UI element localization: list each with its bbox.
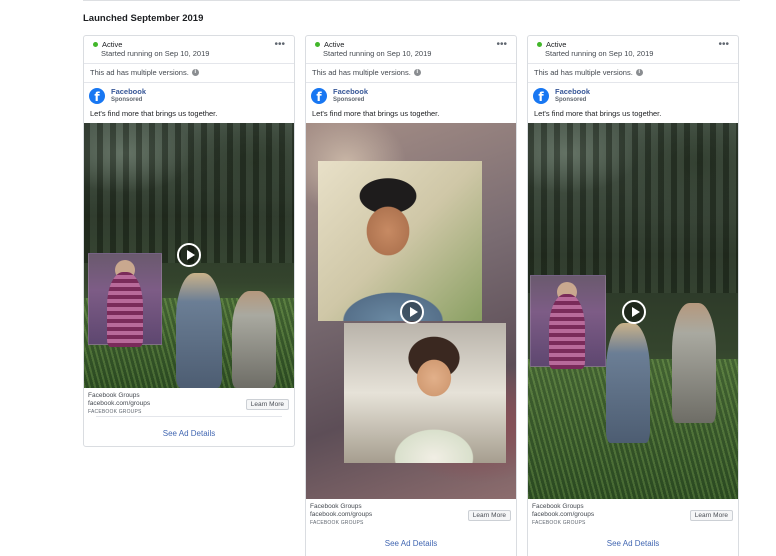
start-date: Started running on Sep 10, 2019 [101, 49, 210, 58]
ad-link-footer: Facebook Groups facebook.com/groups FACE… [528, 499, 738, 527]
advertiser: f Facebook Sponsored [84, 83, 294, 105]
status-label: Active [546, 40, 567, 49]
see-ad-details-link[interactable]: See Ad Details [96, 416, 282, 446]
status-row: Active [315, 40, 516, 49]
sponsored-label: Sponsored [555, 97, 587, 103]
ad-card: Active Started running on Sep 10, 2019 •… [83, 35, 295, 447]
status-label: Active [324, 40, 345, 49]
ad-text: Let's find more that brings us together. [90, 109, 218, 118]
see-ad-details-link[interactable]: See Ad Details [306, 527, 516, 556]
ad-card: Active Started running on Sep 10, 2019 •… [527, 35, 739, 556]
versions-note: This ad has multiple versions. i [306, 64, 516, 82]
sponsored-label: Sponsored [111, 97, 143, 103]
page-name-link[interactable]: Facebook [555, 88, 590, 96]
ad-card-header: Active Started running on Sep 10, 2019 •… [84, 36, 294, 63]
ad-video[interactable] [528, 123, 738, 499]
video-figure [176, 273, 222, 388]
play-icon[interactable] [622, 300, 646, 324]
info-icon[interactable]: i [191, 69, 199, 76]
active-status-dot-icon [93, 42, 98, 47]
versions-note-text: This ad has multiple versions. [312, 68, 411, 77]
video-inset-frame [88, 253, 162, 347]
video-frame-girl [344, 323, 506, 463]
info-icon[interactable]: i [413, 69, 421, 76]
play-icon[interactable] [400, 300, 424, 324]
video-figure [606, 323, 650, 443]
ad-link-footer: Facebook Groups facebook.com/groups FACE… [306, 499, 516, 527]
video-figure [232, 291, 276, 388]
facebook-logo-icon[interactable]: f [89, 88, 105, 104]
more-options-icon[interactable]: ••• [496, 40, 507, 50]
see-ad-details-link[interactable]: See Ad Details [528, 527, 738, 556]
sponsored-label: Sponsored [333, 97, 365, 103]
learn-more-button[interactable]: Learn More [245, 399, 289, 410]
status-row: Active [537, 40, 738, 49]
versions-note: This ad has multiple versions. i [528, 64, 738, 82]
ad-text: Let's find more that brings us together. [312, 109, 440, 118]
active-status-dot-icon [315, 42, 320, 47]
more-options-icon[interactable]: ••• [718, 40, 729, 50]
page-name-link[interactable]: Facebook [333, 88, 368, 96]
start-date: Started running on Sep 10, 2019 [323, 49, 432, 58]
ad-video[interactable] [306, 123, 516, 499]
ad-text: Let's find more that brings us together. [534, 109, 662, 118]
versions-note: This ad has multiple versions. i [84, 64, 294, 82]
start-date: Started running on Sep 10, 2019 [545, 49, 654, 58]
ad-card: Active Started running on Sep 10, 2019 •… [305, 35, 517, 556]
facebook-logo-icon[interactable]: f [311, 88, 327, 104]
versions-note-text: This ad has multiple versions. [534, 68, 633, 77]
play-icon[interactable] [177, 243, 201, 267]
info-icon[interactable]: i [635, 69, 643, 76]
video-figure [672, 303, 716, 423]
facebook-logo-icon[interactable]: f [533, 88, 549, 104]
video-frame-man [318, 161, 482, 321]
section-title: Launched September 2019 [83, 13, 204, 24]
advertiser: f Facebook Sponsored [306, 83, 516, 105]
ad-card-header: Active Started running on Sep 10, 2019 •… [306, 36, 516, 63]
ad-link-footer: Facebook Groups facebook.com/groups FACE… [84, 388, 294, 416]
learn-more-button[interactable]: Learn More [467, 510, 511, 521]
status-label: Active [102, 40, 123, 49]
page-name-link[interactable]: Facebook [111, 88, 146, 96]
advertiser: f Facebook Sponsored [528, 83, 738, 105]
video-frame-background [528, 123, 738, 293]
active-status-dot-icon [537, 42, 542, 47]
status-row: Active [93, 40, 294, 49]
top-divider [83, 0, 740, 1]
video-frame-background [84, 123, 294, 263]
more-options-icon[interactable]: ••• [274, 40, 285, 50]
ad-video[interactable] [84, 123, 294, 388]
ad-card-header: Active Started running on Sep 10, 2019 •… [528, 36, 738, 63]
versions-note-text: This ad has multiple versions. [90, 68, 189, 77]
learn-more-button[interactable]: Learn More [689, 510, 733, 521]
video-inset-frame [530, 275, 606, 369]
